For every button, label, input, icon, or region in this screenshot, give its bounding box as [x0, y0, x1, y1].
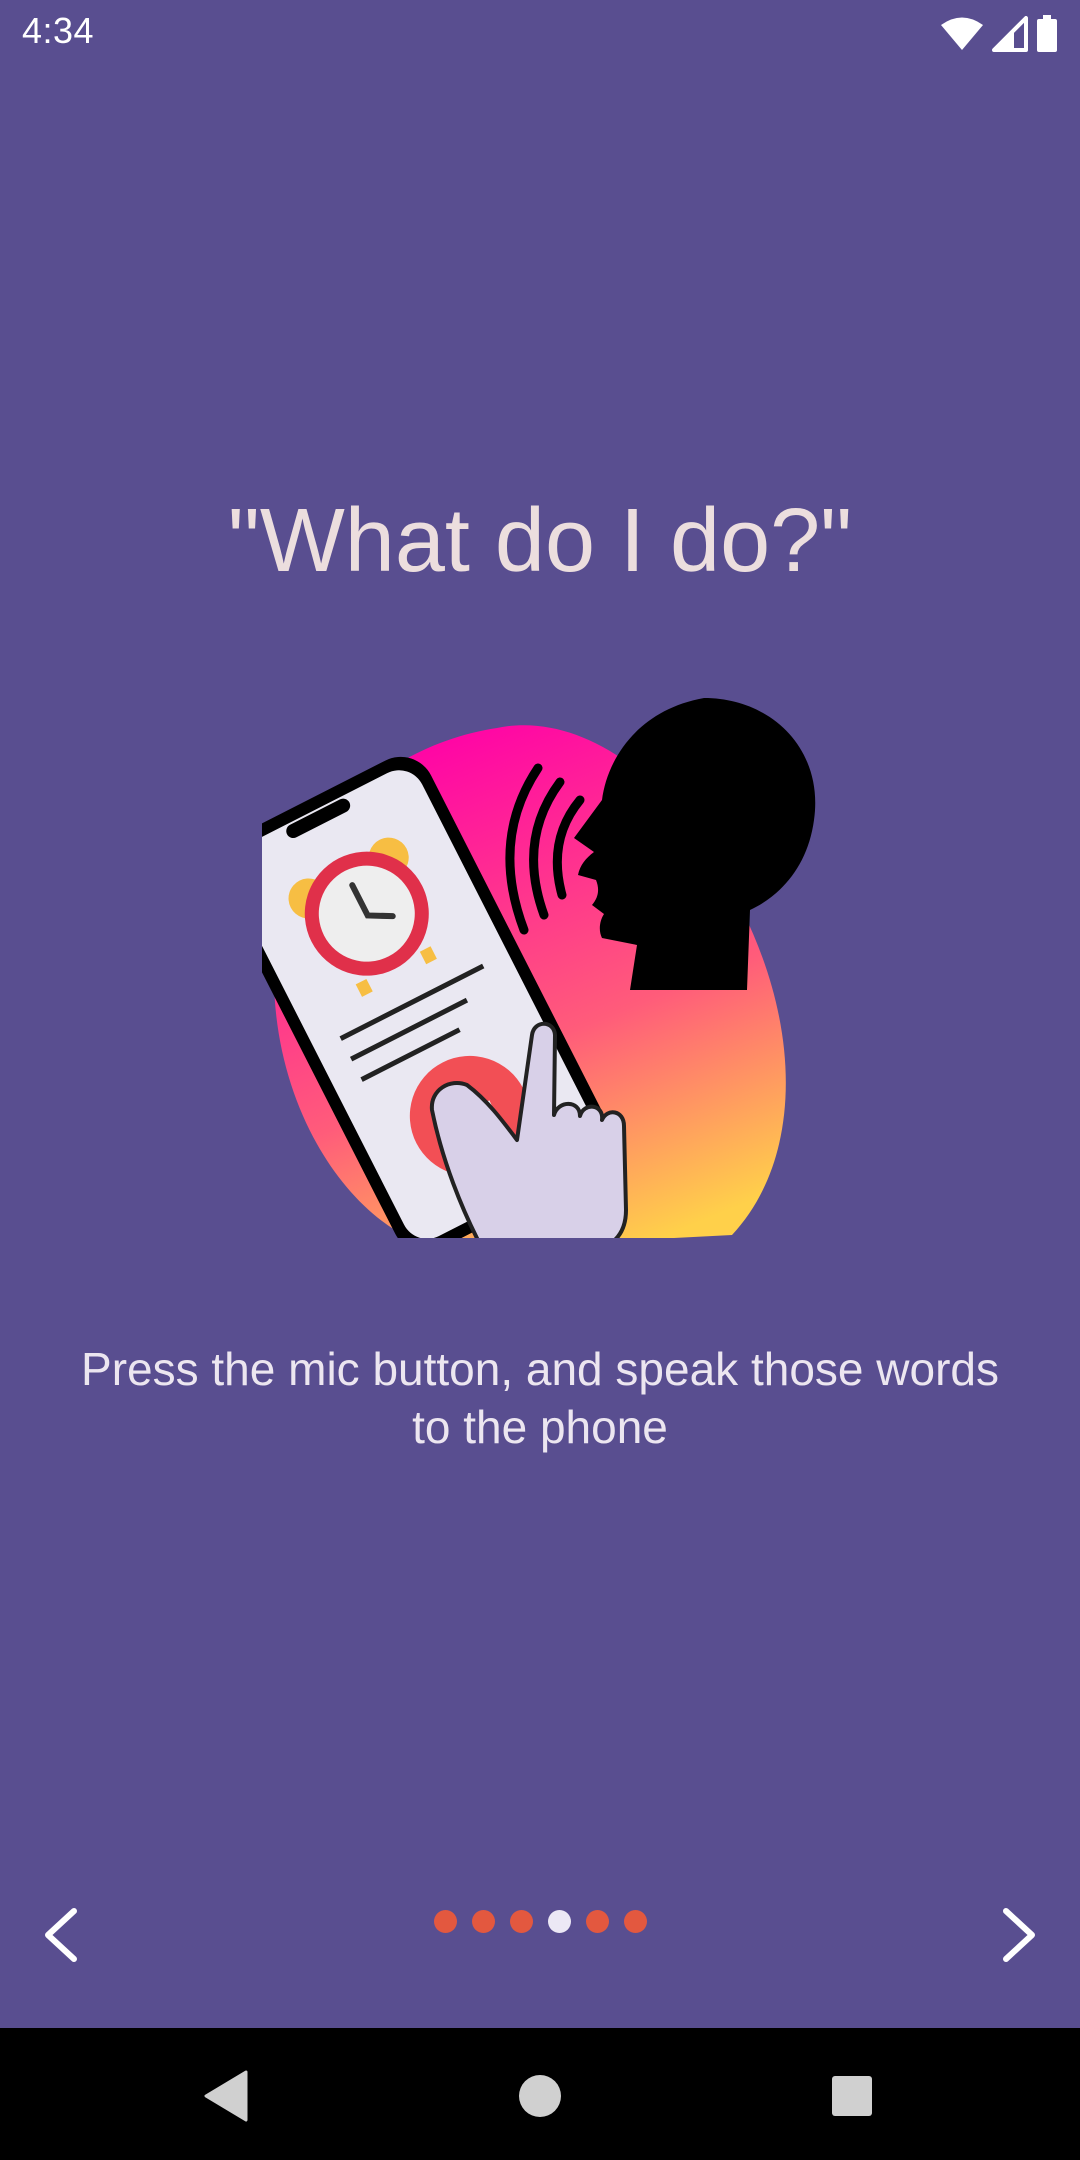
- page-title: "What do I do?": [227, 491, 853, 591]
- previous-page-button[interactable]: [16, 1890, 106, 1980]
- page-dot-3[interactable]: [509, 1910, 533, 1933]
- wifi-icon: [941, 17, 983, 50]
- page-dot-1[interactable]: [433, 1910, 457, 1933]
- system-navigation-bar: [0, 2028, 1080, 2160]
- system-home-button[interactable]: [508, 2064, 572, 2128]
- page-dot-5[interactable]: [585, 1910, 609, 1933]
- back-triangle-icon: [204, 2070, 248, 2122]
- cellular-signal-icon: [992, 16, 1028, 52]
- status-time: 4:34: [22, 10, 95, 51]
- system-recents-button[interactable]: [820, 2064, 884, 2128]
- page-description: Press the mic button, and speak those wo…: [81, 1343, 999, 1453]
- battery-icon: [1037, 15, 1057, 52]
- page-dot-4-active[interactable]: [547, 1910, 571, 1933]
- chevron-right-icon: [1003, 1908, 1035, 1962]
- speak-to-phone-illustration: [262, 698, 816, 1238]
- page-dot-2[interactable]: [471, 1910, 495, 1933]
- next-page-button[interactable]: [974, 1890, 1064, 1980]
- page-dot-6[interactable]: [623, 1910, 647, 1933]
- system-back-button[interactable]: [194, 2064, 258, 2128]
- home-circle-icon: [519, 2075, 561, 2117]
- recents-square-icon: [832, 2076, 872, 2116]
- status-bar: 4:34: [0, 0, 1080, 66]
- status-icons: [940, 14, 1058, 54]
- onboarding-screen: 4:34 "What do I do?" Press the mic butto…: [0, 0, 1080, 2160]
- page-indicator: [0, 1910, 1080, 1933]
